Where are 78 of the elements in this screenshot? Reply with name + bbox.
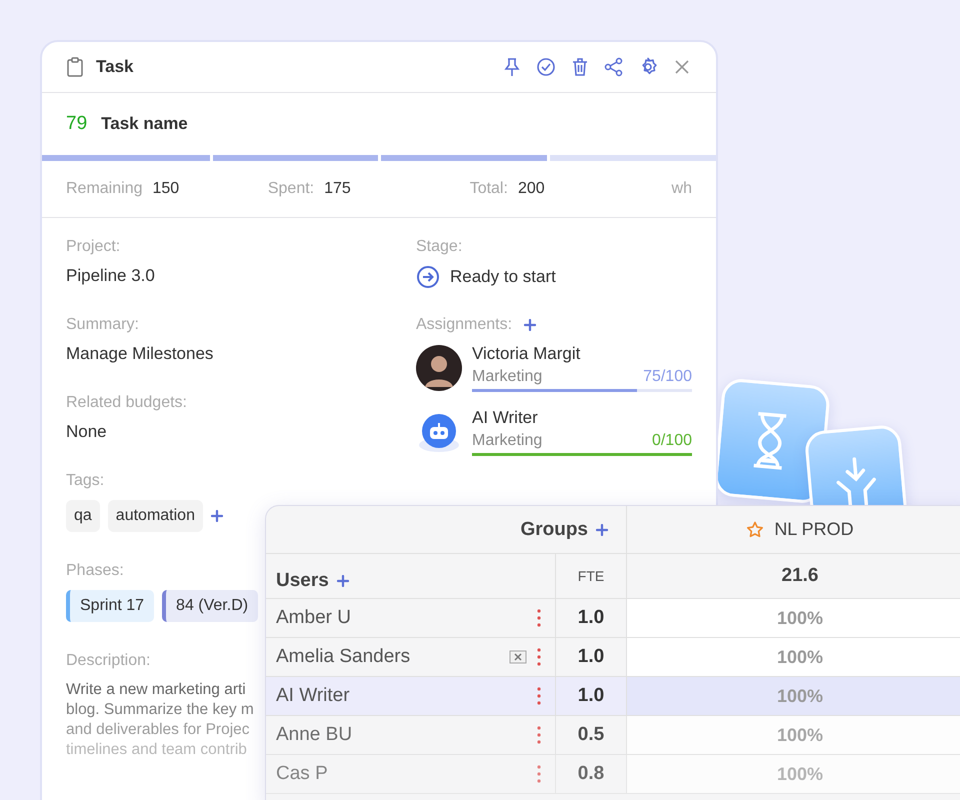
- stat-value: 150: [152, 180, 180, 198]
- star-icon: [746, 520, 764, 538]
- field-label: Description:: [66, 652, 150, 670]
- add-icon[interactable]: [524, 319, 536, 331]
- user-name: Amelia Sanders: [276, 646, 412, 668]
- user-name: Amber U: [276, 607, 352, 629]
- user-row[interactable]: Anne BU: [266, 716, 556, 755]
- more-icon[interactable]: [537, 608, 541, 628]
- more-icon[interactable]: [537, 686, 541, 706]
- pin-icon[interactable]: [502, 57, 522, 77]
- fte-value: 1.0: [578, 685, 604, 707]
- user-name: AI Writer: [276, 685, 351, 707]
- field-label: Related budgets:: [66, 394, 187, 412]
- description-text: Write a new marketing arti: [66, 680, 246, 700]
- field-label: Assignments:: [416, 316, 512, 334]
- add-icon[interactable]: [336, 575, 349, 587]
- description-text: blog. Summarize the key m: [66, 700, 254, 720]
- trash-icon[interactable]: [570, 57, 590, 77]
- column-header: FTE: [578, 568, 604, 584]
- tag-chip[interactable]: qa: [66, 500, 100, 532]
- stat-label: Remaining: [66, 180, 142, 198]
- field-label: Stage:: [416, 238, 462, 256]
- stat-label: Spent:: [268, 180, 314, 198]
- department-label: Marketing: [472, 368, 542, 386]
- field-label: Summary:: [66, 316, 139, 334]
- allocation-reading: 0/100: [652, 432, 692, 450]
- description-text: and deliverables for Projec: [66, 720, 250, 740]
- field-label: Tags:: [66, 472, 104, 490]
- allocation-percent: 100%: [776, 724, 824, 746]
- field-value: Pipeline 3.0: [66, 266, 155, 285]
- stat-label: Total:: [470, 180, 508, 198]
- user-row[interactable]: Amber U: [266, 599, 556, 638]
- assignee-name: AI Writer: [472, 408, 539, 428]
- stage-value: Ready to start: [450, 267, 556, 287]
- phase-chip[interactable]: 84 (Ver.D): [162, 590, 258, 622]
- user-row[interactable]: Cas P: [266, 755, 556, 794]
- avatar-icon: [416, 345, 462, 391]
- check-circle-icon[interactable]: [536, 57, 556, 77]
- task-number: 79: [66, 113, 88, 135]
- task-name: Task name: [101, 114, 188, 134]
- more-icon[interactable]: [537, 725, 541, 745]
- more-icon[interactable]: [537, 764, 541, 784]
- phase-chip[interactable]: Sprint 17: [66, 590, 154, 622]
- remove-icon[interactable]: [509, 650, 527, 664]
- allocation-percent: 100%: [776, 764, 824, 784]
- allocation-percent: 100%: [776, 686, 824, 706]
- users-header: Users: [276, 570, 329, 592]
- more-icon[interactable]: [537, 647, 541, 667]
- fte-value: 0.8: [578, 763, 604, 785]
- add-icon[interactable]: [210, 510, 223, 522]
- fte-value: 0.5: [578, 724, 604, 746]
- user-name: Cas P: [276, 763, 329, 785]
- group-total: 21.6: [782, 565, 818, 587]
- allocation-reading: 75/100: [643, 368, 692, 386]
- groups-header: Groups: [520, 518, 588, 540]
- department-label: Marketing: [472, 432, 542, 450]
- allocation-percent: 100%: [776, 646, 824, 668]
- field-label: Phases:: [66, 562, 124, 580]
- window-title: Task: [96, 57, 134, 77]
- user-name: Anne BU: [276, 724, 354, 746]
- unit-label: wh: [672, 180, 692, 198]
- field-value: Manage Milestones: [66, 344, 214, 363]
- user-row[interactable]: AI Writer: [266, 677, 556, 716]
- stat-value: 200: [518, 180, 545, 198]
- add-icon[interactable]: [596, 524, 608, 536]
- allocation-percent: 100%: [776, 608, 824, 628]
- tag-chip[interactable]: automation: [108, 500, 203, 532]
- group-name: NL PROD: [774, 519, 854, 540]
- clipboard-icon: [66, 57, 84, 77]
- fte-value: 1.0: [578, 646, 604, 668]
- arrow-circle-icon: [416, 265, 440, 289]
- fte-value: 1.0: [578, 607, 604, 629]
- stat-value: 175: [324, 180, 351, 198]
- field-value: None: [66, 422, 107, 441]
- share-icon[interactable]: [604, 57, 624, 77]
- description-text: timelines and team contrib: [66, 740, 247, 760]
- assignee-name: Victoria Margit: [472, 344, 582, 364]
- field-label: Project:: [66, 238, 120, 256]
